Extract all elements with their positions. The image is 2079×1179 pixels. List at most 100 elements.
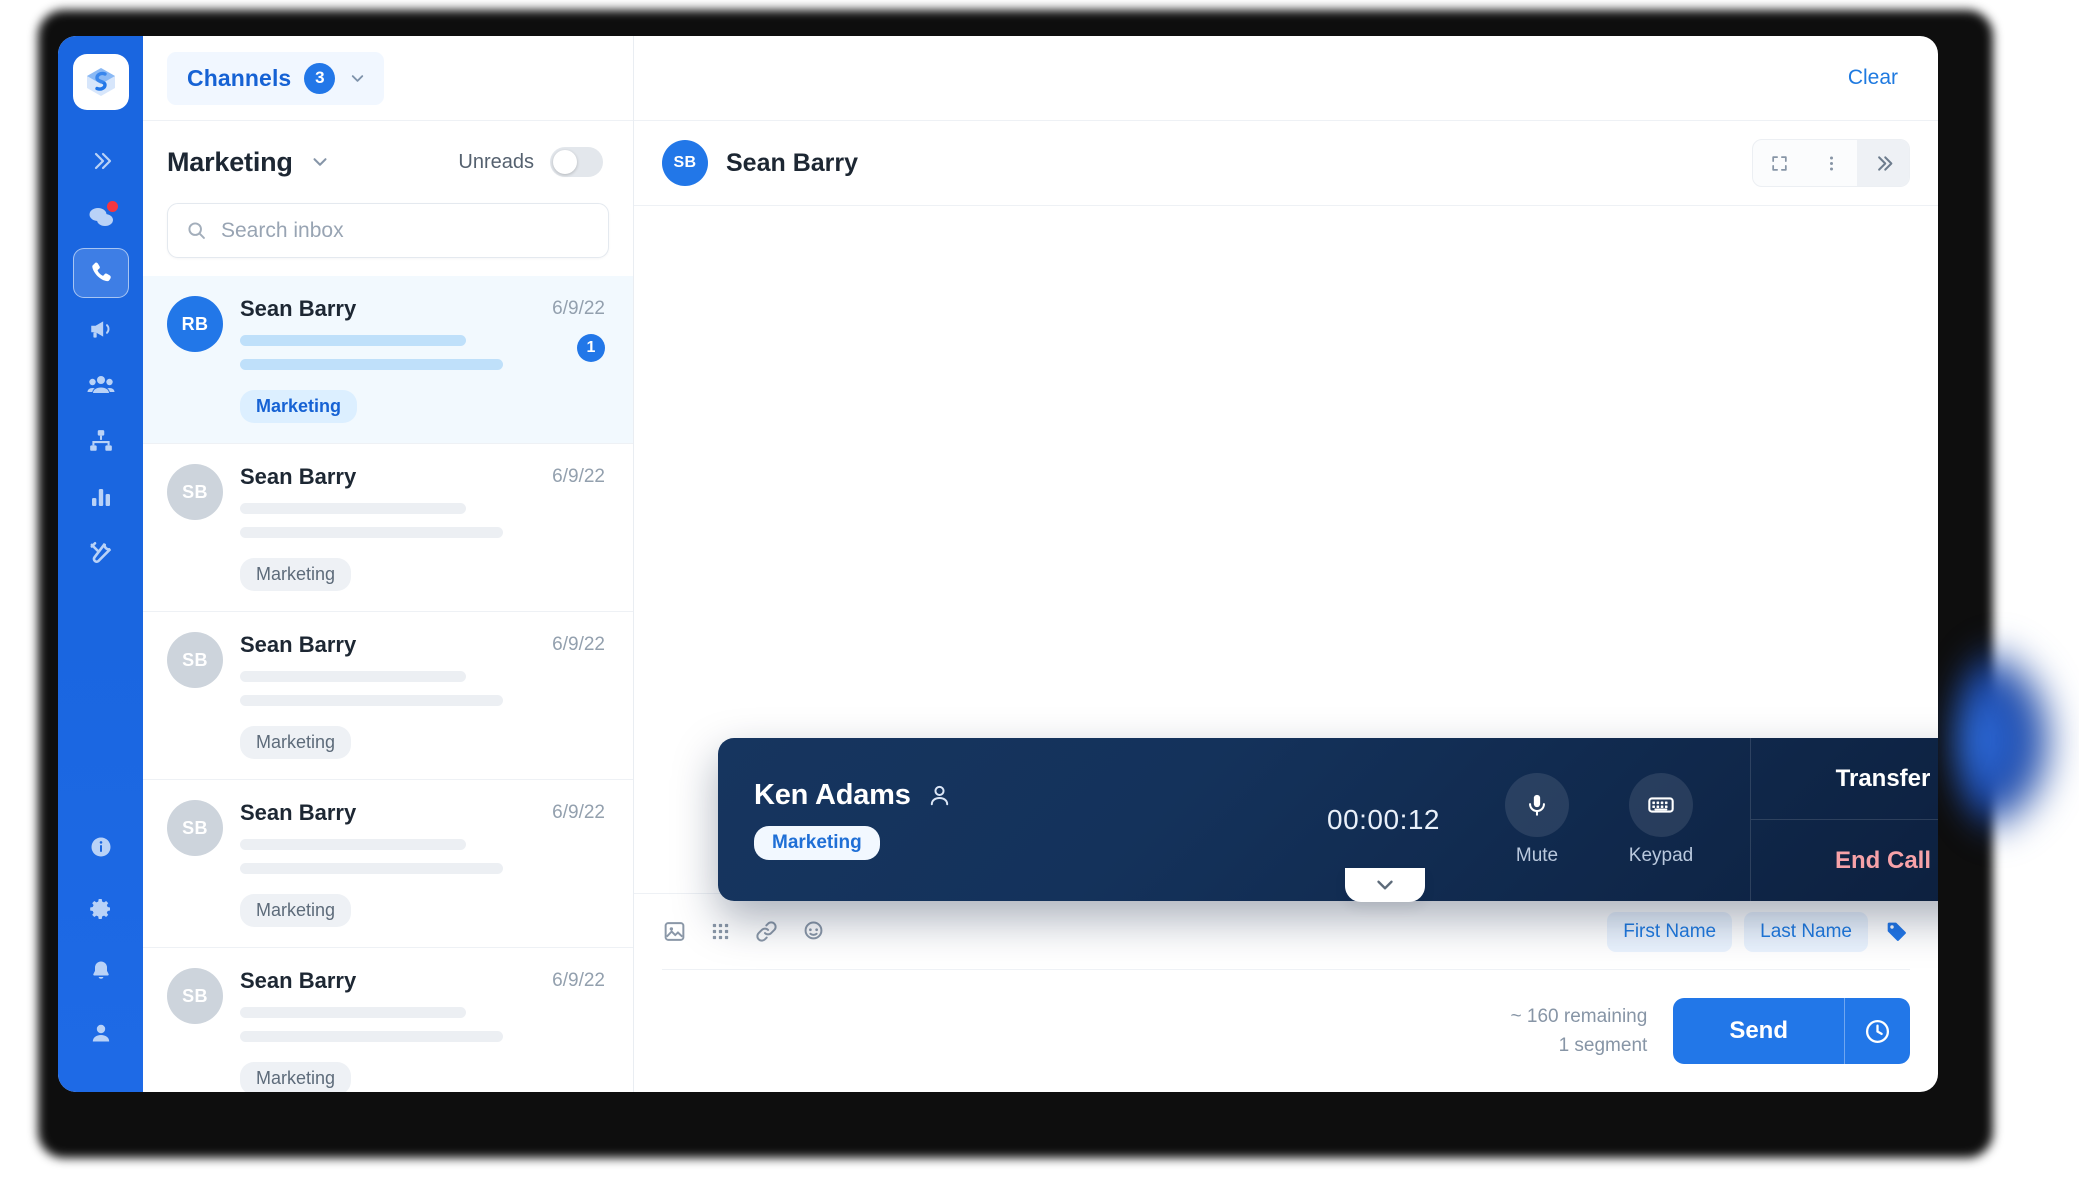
- conversation-list-item[interactable]: RB Sean Barry Marketing 6/9/22 1: [143, 276, 633, 444]
- link-icon[interactable]: [754, 919, 779, 944]
- conversation-list-item[interactable]: SB Sean Barry Marketing 6/9/22: [143, 780, 633, 948]
- active-call-bar: Ken Adams Marketing 00:00:12 Mute Keypad…: [718, 738, 1938, 901]
- more-vertical-icon[interactable]: [1805, 140, 1857, 186]
- conversation-list-item[interactable]: SB Sean Barry Marketing 6/9/22: [143, 444, 633, 612]
- composer-counts: ~ 160 remaining 1 segment: [1511, 1002, 1648, 1061]
- app-sidebar-rail: [58, 36, 143, 1092]
- microphone-icon: [1505, 772, 1569, 837]
- sidebar-item-contacts[interactable]: [73, 360, 129, 410]
- folder-row: Marketing Unreads: [143, 121, 633, 203]
- preview-placeholder-line: [240, 671, 467, 682]
- merge-field-group: First Name Last Name: [1607, 911, 1910, 952]
- clear-button[interactable]: Clear: [1848, 66, 1898, 90]
- avatar: SB: [167, 800, 223, 856]
- keypad-label: Keypad: [1628, 844, 1694, 866]
- conversation-meta: 6/9/22 1: [552, 298, 605, 362]
- sidebar-item-calls[interactable]: [72, 248, 129, 298]
- unread-count-badge: 1: [577, 334, 605, 362]
- sidebar-bottom-group: [58, 822, 143, 1070]
- channels-bar: Channels 3: [143, 36, 633, 121]
- conversation-list-item[interactable]: SB Sean Barry Marketing 6/9/22: [143, 612, 633, 780]
- keypad-button[interactable]: Keypad: [1618, 772, 1704, 867]
- conversation-tag: Marketing: [240, 894, 352, 927]
- conversation-tag: Marketing: [240, 558, 352, 591]
- search-wrapper: [143, 203, 633, 276]
- mute-button[interactable]: Mute: [1494, 772, 1580, 867]
- app-logo-icon[interactable]: [72, 54, 129, 110]
- conversation-list[interactable]: RB Sean Barry Marketing 6/9/22 1 SB Sean…: [143, 276, 633, 1092]
- sidebar-item-settings[interactable]: [73, 884, 129, 934]
- search-icon: [186, 220, 207, 241]
- sidebar-item-analytics[interactable]: [73, 472, 129, 522]
- preview-placeholder-line: [240, 335, 467, 346]
- chevron-down-icon[interactable]: [309, 151, 331, 173]
- grid-apps-icon[interactable]: [709, 920, 732, 943]
- preview-placeholder-line: [240, 1031, 503, 1042]
- thread-action-group: [1752, 139, 1910, 187]
- person-icon[interactable]: [927, 783, 952, 808]
- merge-field-last-name[interactable]: Last Name: [1744, 911, 1868, 952]
- end-call-button[interactable]: End Call: [1751, 820, 1938, 901]
- preview-placeholder-line: [240, 863, 503, 874]
- preview-placeholder-line: [240, 695, 503, 706]
- inbox-column: Channels 3 Marketing Unreads Search inbo…: [143, 36, 634, 1092]
- conversation-tag: Marketing: [240, 390, 358, 423]
- image-icon[interactable]: [662, 919, 687, 944]
- segment-count: 1 segment: [1558, 1035, 1648, 1056]
- conversation-meta: 6/9/22: [552, 466, 605, 488]
- merge-field-first-name[interactable]: First Name: [1607, 911, 1733, 952]
- conversation-content: Sean Barry Marketing: [240, 968, 605, 1092]
- preview-placeholder-line: [240, 527, 503, 538]
- emoji-icon[interactable]: [801, 919, 826, 944]
- decorative-glow: [1955, 640, 2060, 840]
- thread-header: SB Sean Barry: [634, 121, 1938, 206]
- search-box[interactable]: [167, 203, 609, 258]
- sidebar-item-campaigns[interactable]: [73, 304, 129, 354]
- clock-icon[interactable]: [1844, 998, 1910, 1064]
- panel-topbar: Clear: [634, 36, 1938, 121]
- contact-name: Sean Barry: [240, 632, 357, 657]
- avatar: SB: [167, 464, 223, 520]
- expand-icon[interactable]: [1753, 140, 1805, 186]
- conversation-tag: Marketing: [240, 726, 352, 759]
- call-controls: Mute Keypad: [1494, 772, 1704, 867]
- preview-placeholder-line: [240, 1007, 467, 1018]
- collapse-call-bar-button[interactable]: [1345, 868, 1425, 902]
- sidebar-item-workflows[interactable]: [73, 416, 129, 466]
- call-contact-name: Ken Adams: [754, 779, 911, 811]
- sidebar-item-help[interactable]: [73, 822, 129, 872]
- characters-remaining: ~ 160 remaining: [1510, 1005, 1648, 1027]
- contact-name: Sean Barry: [240, 464, 357, 489]
- search-input[interactable]: [221, 218, 590, 243]
- message-composer: First Name Last Name ~ 160 remaining 1 s…: [634, 893, 1938, 1092]
- conversation-date: 6/9/22: [552, 298, 605, 319]
- sidebar-item-notifications[interactable]: [73, 946, 129, 996]
- mute-label: Mute: [1515, 844, 1559, 866]
- composer-toolbar: First Name Last Name: [662, 894, 1910, 970]
- conversation-meta: 6/9/22: [552, 634, 605, 656]
- sidebar-item-messages[interactable]: [73, 192, 129, 242]
- send-button-group: Send: [1673, 998, 1910, 1064]
- double-chevron-right-icon[interactable]: [1857, 140, 1909, 186]
- unreads-toggle[interactable]: [550, 147, 603, 177]
- contact-name: Sean Barry: [240, 296, 357, 321]
- sidebar-item-account[interactable]: [73, 1008, 129, 1058]
- tag-icon[interactable]: [1884, 919, 1910, 945]
- unreads-label: Unreads: [458, 150, 534, 173]
- notification-dot: [106, 201, 118, 212]
- conversation-date: 6/9/22: [552, 634, 605, 655]
- keypad-icon: [1629, 772, 1693, 837]
- preview-placeholder-line: [240, 503, 467, 514]
- call-duration-timer: 00:00:12: [1327, 803, 1440, 835]
- conversation-list-item[interactable]: SB Sean Barry Marketing 6/9/22: [143, 948, 633, 1092]
- sidebar-item-expand-rail[interactable]: [73, 136, 129, 186]
- thread-contact-name: Sean Barry: [726, 148, 859, 177]
- sidebar-item-tools[interactable]: [73, 528, 129, 578]
- contact-name: Sean Barry: [240, 968, 357, 993]
- channels-selector[interactable]: Channels 3: [167, 51, 385, 105]
- call-action-menu: Transfer End Call: [1750, 738, 1938, 901]
- conversation-meta: 6/9/22: [552, 802, 605, 824]
- send-button[interactable]: Send: [1673, 998, 1844, 1064]
- transfer-call-button[interactable]: Transfer: [1751, 738, 1938, 820]
- conversation-date: 6/9/22: [552, 802, 605, 823]
